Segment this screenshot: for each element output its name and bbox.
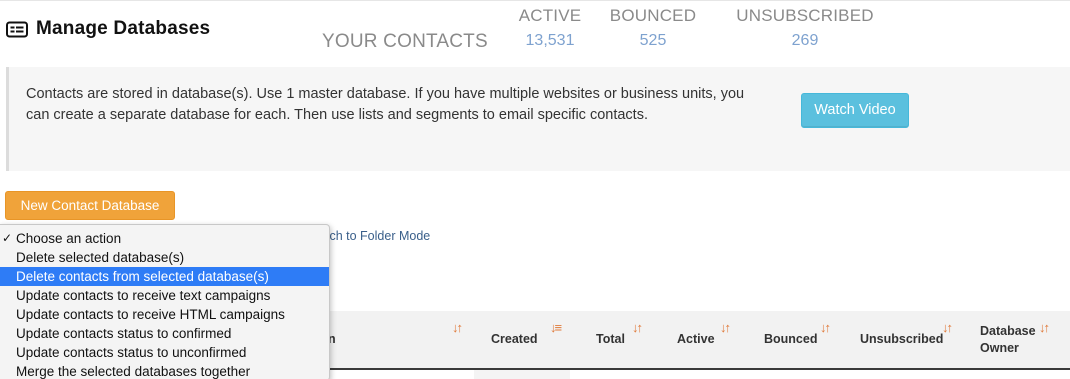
stat-unsubscribed-label: UNSUBSCRIBED: [736, 6, 874, 25]
menu-item-label: Update contacts to receive HTML campaign…: [16, 307, 285, 322]
sort-arrows-icon[interactable]: ↓↑: [942, 320, 953, 335]
column-owner-line2: Owner: [980, 341, 1019, 355]
column-owner-header[interactable]: Database Owner: [980, 323, 1036, 357]
page: Manage Databases YOUR CONTACTS ACTIVE 13…: [0, 0, 1070, 379]
menu-item-choose-action[interactable]: ✓ Choose an action: [0, 229, 329, 248]
sort-arrows-icon[interactable]: ↓↑: [820, 320, 831, 335]
page-header: Manage Databases YOUR CONTACTS ACTIVE 13…: [0, 0, 1070, 62]
stat-unsubscribed-value[interactable]: 269: [732, 32, 878, 50]
stat-bounced-label: BOUNCED: [609, 6, 697, 25]
column-owner-line1: Database: [980, 324, 1036, 338]
page-title-group: Manage Databases: [6, 18, 210, 40]
stat-bounced: BOUNCED 525: [606, 6, 700, 50]
info-text: Contacts are stored in database(s). Use …: [26, 86, 745, 123]
page-title: Manage Databases: [36, 18, 211, 39]
column-active-header[interactable]: Active: [677, 332, 715, 346]
header-divider: [0, 0, 1070, 1]
sort-desc-icon[interactable]: ↓≡: [550, 320, 562, 335]
sort-arrows-icon[interactable]: ↓↑: [452, 320, 463, 335]
stat-unsubscribed: UNSUBSCRIBED 269: [732, 6, 878, 50]
menu-item-label: Delete contacts from selected database(s…: [16, 269, 269, 284]
stat-bounced-value[interactable]: 525: [606, 32, 700, 50]
checkmark-icon: ✓: [2, 231, 13, 245]
sort-arrows-icon[interactable]: ↓↑: [632, 320, 643, 335]
menu-item-label: Update contacts to receive text campaign…: [16, 288, 271, 303]
menu-item-label: Update contacts status to unconfirmed: [16, 345, 247, 360]
action-dropdown-menu: ✓ Choose an action Delete selected datab…: [0, 224, 330, 379]
menu-item-label: Merge the selected databases together: [16, 364, 251, 379]
your-contacts-label: YOUR CONTACTS: [322, 31, 488, 52]
menu-item-merge-databases[interactable]: Merge the selected databases together: [0, 362, 329, 379]
watch-video-button[interactable]: Watch Video: [801, 93, 909, 128]
column-created-header[interactable]: Created: [491, 332, 538, 346]
id-card-icon: [6, 21, 28, 38]
sort-arrows-icon[interactable]: ↓↑: [720, 320, 731, 335]
menu-item-label: Delete selected database(s): [16, 250, 185, 265]
menu-item-delete-databases[interactable]: Delete selected database(s): [0, 248, 329, 267]
menu-item-label: Choose an action: [16, 231, 122, 246]
info-panel: Contacts are stored in database(s). Use …: [6, 67, 1070, 171]
menu-item-status-unconfirmed[interactable]: Update contacts status to unconfirmed: [0, 343, 329, 362]
menu-item-delete-contacts[interactable]: Delete contacts from selected database(s…: [0, 267, 329, 286]
stat-active-value[interactable]: 13,531: [516, 32, 584, 50]
menu-item-status-confirmed[interactable]: Update contacts status to confirmed: [0, 324, 329, 343]
new-contact-database-button[interactable]: New Contact Database: [5, 191, 175, 220]
column-total-header[interactable]: Total: [596, 332, 625, 346]
menu-item-label: Update contacts status to confirmed: [16, 326, 232, 341]
stat-active: ACTIVE 13,531: [516, 6, 584, 50]
menu-item-receive-text[interactable]: Update contacts to receive text campaign…: [0, 286, 329, 305]
column-bounced-header[interactable]: Bounced: [764, 332, 817, 346]
column-unsubscribed-header[interactable]: Unsubscribed: [860, 332, 943, 346]
menu-item-receive-html[interactable]: Update contacts to receive HTML campaign…: [0, 305, 329, 324]
table-row: [474, 370, 570, 379]
switch-folder-mode-link[interactable]: tch to Folder Mode: [326, 229, 430, 243]
sort-arrows-icon[interactable]: ↓↑: [1039, 320, 1050, 335]
stat-active-label: ACTIVE: [518, 6, 582, 25]
